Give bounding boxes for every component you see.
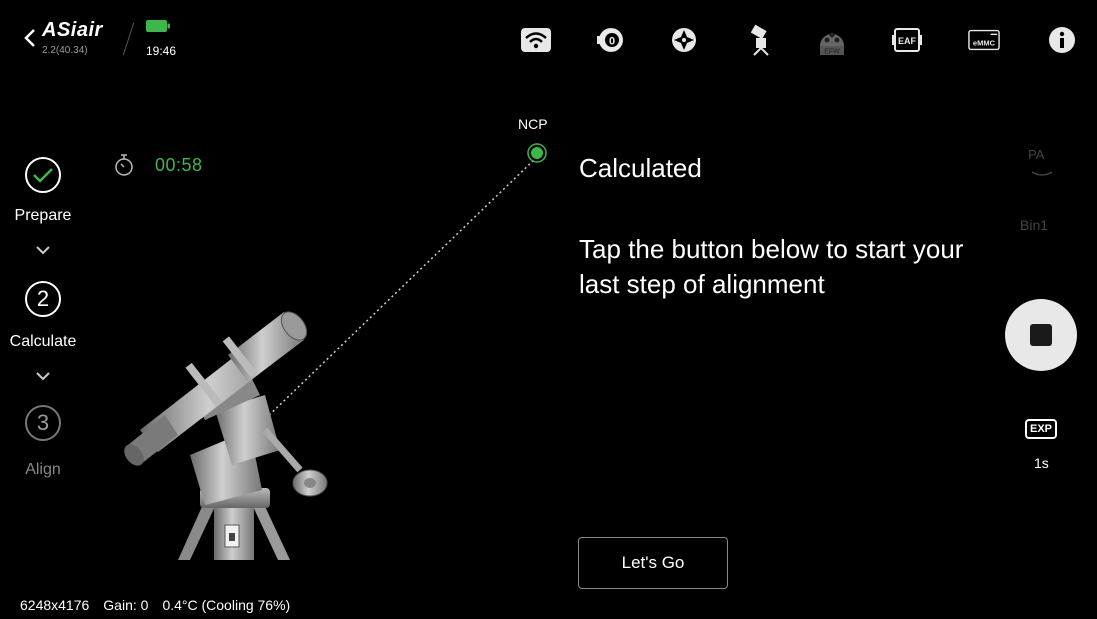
guide-target-icon[interactable]	[668, 24, 700, 56]
eaf-icon[interactable]: EAF	[891, 24, 923, 56]
camera-status-bar: 6248x4176 Gain: 0 0.4°C (Cooling 76%)	[20, 597, 290, 613]
mount-icon[interactable]	[744, 24, 776, 56]
ncp-target-dot	[527, 143, 547, 163]
wifi-icon[interactable]	[520, 24, 552, 56]
lets-go-button[interactable]: Let's Go	[578, 537, 728, 589]
instruction-text: Tap the button below to start your last …	[579, 234, 964, 299]
pointing-line	[261, 157, 537, 423]
chevron-down-icon	[36, 246, 50, 255]
exposure-icon[interactable]: EXP	[1025, 419, 1057, 439]
step-align-circle: 3	[25, 405, 61, 441]
stop-button[interactable]	[1005, 299, 1077, 371]
elapsed-timer: 00:58	[155, 155, 203, 175]
pa-arc-icon	[1031, 171, 1053, 176]
step-align-label: Align	[25, 461, 61, 478]
svg-text:EAF: EAF	[898, 36, 917, 46]
status-title: Calculated	[579, 153, 702, 183]
app-brand-logo[interactable]: ASiair	[42, 19, 103, 42]
alignment-scene	[124, 143, 547, 560]
step-prepare-label: Prepare	[14, 207, 72, 224]
chevron-down-icon	[36, 372, 50, 381]
efw-icon[interactable]: EFW	[816, 24, 848, 56]
info-icon[interactable]	[1046, 24, 1078, 56]
clock-time: 19:46	[146, 44, 177, 58]
step-calculate-circle: 2	[25, 281, 61, 317]
stop-icon	[1030, 324, 1052, 346]
firmware-version: 2.2(40.34)	[42, 45, 88, 56]
step-calculate-label: Calculate	[9, 333, 77, 350]
camera-icon[interactable]: 0	[594, 24, 626, 56]
resolution-text: 6248x4176	[20, 597, 90, 613]
pa-mode-toggle[interactable]: PA	[1028, 147, 1044, 162]
svg-text:EFW: EFW	[824, 49, 840, 56]
ncp-label: NCP	[518, 116, 548, 132]
back-chevron-icon[interactable]	[24, 28, 36, 48]
stopwatch-icon	[115, 154, 133, 176]
exposure-value[interactable]: 1s	[1034, 455, 1049, 471]
emmc-icon[interactable]: eMMC	[968, 24, 1000, 56]
svg-text:0: 0	[609, 36, 615, 48]
battery-icon	[146, 20, 170, 32]
step-prepare-done-icon	[25, 157, 61, 193]
bin-selector[interactable]: Bin1	[1020, 217, 1048, 233]
telescope-mount-illustration	[124, 311, 328, 560]
svg-text:eMMC: eMMC	[973, 39, 996, 48]
gain-text: Gain: 0	[103, 597, 149, 613]
temperature-text: 0.4°C (Cooling 76%)	[162, 597, 291, 613]
